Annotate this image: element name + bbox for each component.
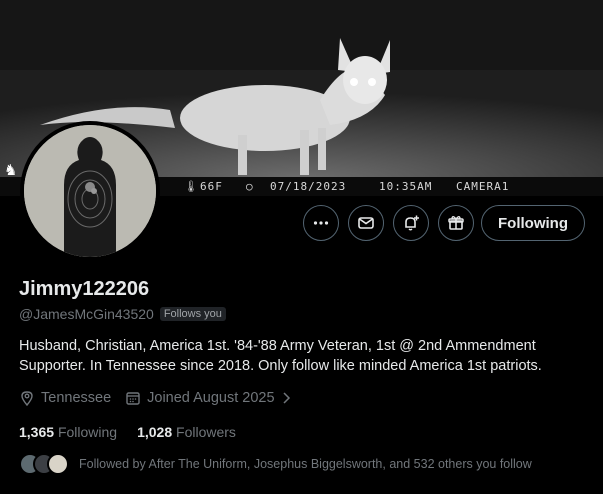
follows-you-badge: Follows you: [159, 307, 226, 321]
avatar[interactable]: [20, 121, 160, 261]
profile-bio: Husband, Christian, America 1st. '84-'88…: [19, 336, 589, 376]
follow-stats: 1,365 Following 1,028 Followers: [19, 424, 256, 440]
location-pin-icon: [21, 391, 33, 406]
notifications-button[interactable]: [393, 205, 429, 241]
following-stat-link[interactable]: 1,365 Following: [19, 424, 117, 440]
following-count: 1,365: [19, 424, 55, 440]
date-readout: 07/18/2023: [270, 180, 347, 193]
followed-by-text: Followed by After The Uniform, Josephus …: [79, 457, 532, 471]
bio-line: Supporter. In Tennessee since 2018. Only…: [19, 358, 542, 374]
bio-line: Husband, Christian, America 1st. '84-'88…: [19, 338, 536, 354]
followers-count: 1,028: [137, 424, 173, 440]
more-icon: [313, 221, 329, 225]
joined-date-link[interactable]: Joined August 2025: [125, 390, 290, 406]
message-button[interactable]: [348, 205, 384, 241]
followed-by-link[interactable]: Followed by After The Uniform, Josephus …: [19, 453, 532, 475]
temperature-readout: 66F: [200, 180, 223, 193]
gift-icon: [448, 216, 464, 230]
followers-you-know-avatars: [19, 453, 71, 475]
joined-text: Joined August 2025: [147, 390, 275, 406]
followers-label: Followers: [176, 424, 236, 440]
location-text: Tennessee: [41, 390, 112, 406]
time-readout: 10:35AM: [379, 180, 433, 193]
thermometer-icon: 🌡: [184, 180, 199, 193]
chevron-right-icon: [283, 392, 290, 404]
profile-meta: Tennessee Joined August 2025: [19, 390, 305, 406]
target-image: [24, 125, 156, 257]
following-label: Following: [57, 424, 118, 440]
bell-plus-icon: [405, 215, 419, 231]
display-name: Jimmy122206: [19, 278, 150, 300]
camera-readout: CAMERA1: [456, 180, 510, 193]
following-button[interactable]: Following: [481, 205, 585, 241]
calendar-icon: [126, 392, 140, 405]
location: Tennessee: [19, 390, 111, 406]
handle-row: @JamesMcGin43520 Follows you: [19, 306, 226, 322]
subscribe-gift-button[interactable]: [438, 205, 474, 241]
more-options-button[interactable]: [303, 205, 339, 241]
followers-stat-link[interactable]: 1,028 Followers: [137, 424, 236, 440]
user-handle: @JamesMcGin43520: [19, 306, 154, 322]
avatar: [47, 453, 69, 475]
moon-phase-icon: ○: [246, 180, 254, 193]
mail-icon: [358, 217, 374, 229]
